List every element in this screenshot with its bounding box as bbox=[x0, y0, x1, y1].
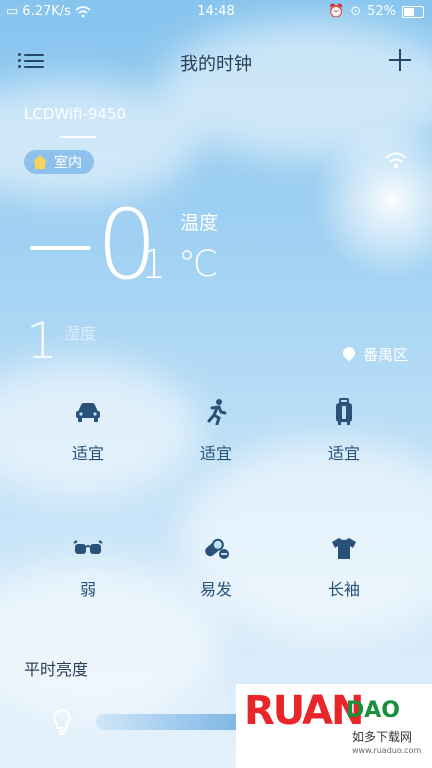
running-icon bbox=[207, 399, 227, 425]
tshirt-icon bbox=[332, 538, 356, 559]
app-screen: ▭ 6.27K/s 14:48 ⏰ ⊙ 52% 我的时钟 LCDWifi-945… bbox=[0, 0, 432, 768]
room-badge[interactable]: 室内 bbox=[24, 150, 94, 174]
humidity-value: 1 bbox=[26, 312, 58, 370]
humidity-label: 湿度 bbox=[64, 324, 97, 343]
app-header: 我的时钟 bbox=[0, 40, 432, 84]
temperature-decimal: .1 bbox=[128, 242, 167, 288]
bulb-icon bbox=[53, 708, 71, 735]
alarm-icon: ⏰ bbox=[328, 4, 345, 19]
temperature-unit: ℃ bbox=[178, 244, 219, 285]
index-label: 适宜 bbox=[71, 444, 104, 463]
watermark-tagline: 如多下载网 bbox=[352, 730, 413, 744]
brightness-label: 平时亮度 bbox=[24, 660, 89, 679]
watermark-brand: RUAN bbox=[244, 688, 364, 734]
index-item-uv[interactable]: 弱 bbox=[38, 534, 138, 600]
glasses-icon bbox=[73, 540, 103, 554]
home-icon bbox=[32, 155, 48, 169]
battery-icon bbox=[402, 5, 424, 18]
index-label: 易发 bbox=[199, 580, 232, 599]
temperature-label: 温度 bbox=[180, 212, 219, 234]
room-label: 室内 bbox=[54, 155, 82, 171]
watermark-url: www.ruaduo.com bbox=[352, 746, 422, 755]
index-label: 弱 bbox=[79, 580, 96, 599]
add-button[interactable] bbox=[386, 46, 414, 74]
index-item-sport[interactable]: 适宜 bbox=[166, 398, 266, 464]
district-name: 番禺区 bbox=[362, 346, 408, 364]
battery-percent: 52% bbox=[367, 4, 396, 19]
status-bar: ▭ 6.27K/s 14:48 ⏰ ⊙ 52% bbox=[0, 0, 432, 24]
index-label: 适宜 bbox=[327, 444, 360, 463]
wifi-icon bbox=[385, 152, 407, 168]
luggage-icon bbox=[336, 398, 352, 425]
location-indicator[interactable]: 番禺区 bbox=[343, 344, 408, 365]
index-item-cold[interactable]: 易发 bbox=[166, 534, 266, 600]
index-item-dressing[interactable]: 长袖 bbox=[294, 534, 394, 600]
location-status-icon: ⊙ bbox=[350, 4, 362, 19]
pill-icon bbox=[205, 538, 229, 559]
device-name[interactable]: LCDWifi-9450 bbox=[24, 105, 126, 123]
index-item-travel[interactable]: 适宜 bbox=[294, 398, 394, 464]
location-pin-icon bbox=[343, 347, 355, 363]
watermark-logo: RUAN DAO 如多下载网 www.ruaduo.com bbox=[236, 684, 432, 768]
index-label: 长袖 bbox=[327, 580, 360, 599]
device-indicator bbox=[60, 136, 96, 138]
index-label: 适宜 bbox=[199, 444, 232, 463]
page-title: 我的时钟 bbox=[180, 54, 252, 75]
watermark-brand2: DAO bbox=[346, 698, 400, 723]
index-item-driving[interactable]: 适宜 bbox=[38, 398, 138, 464]
car-icon bbox=[76, 403, 100, 422]
